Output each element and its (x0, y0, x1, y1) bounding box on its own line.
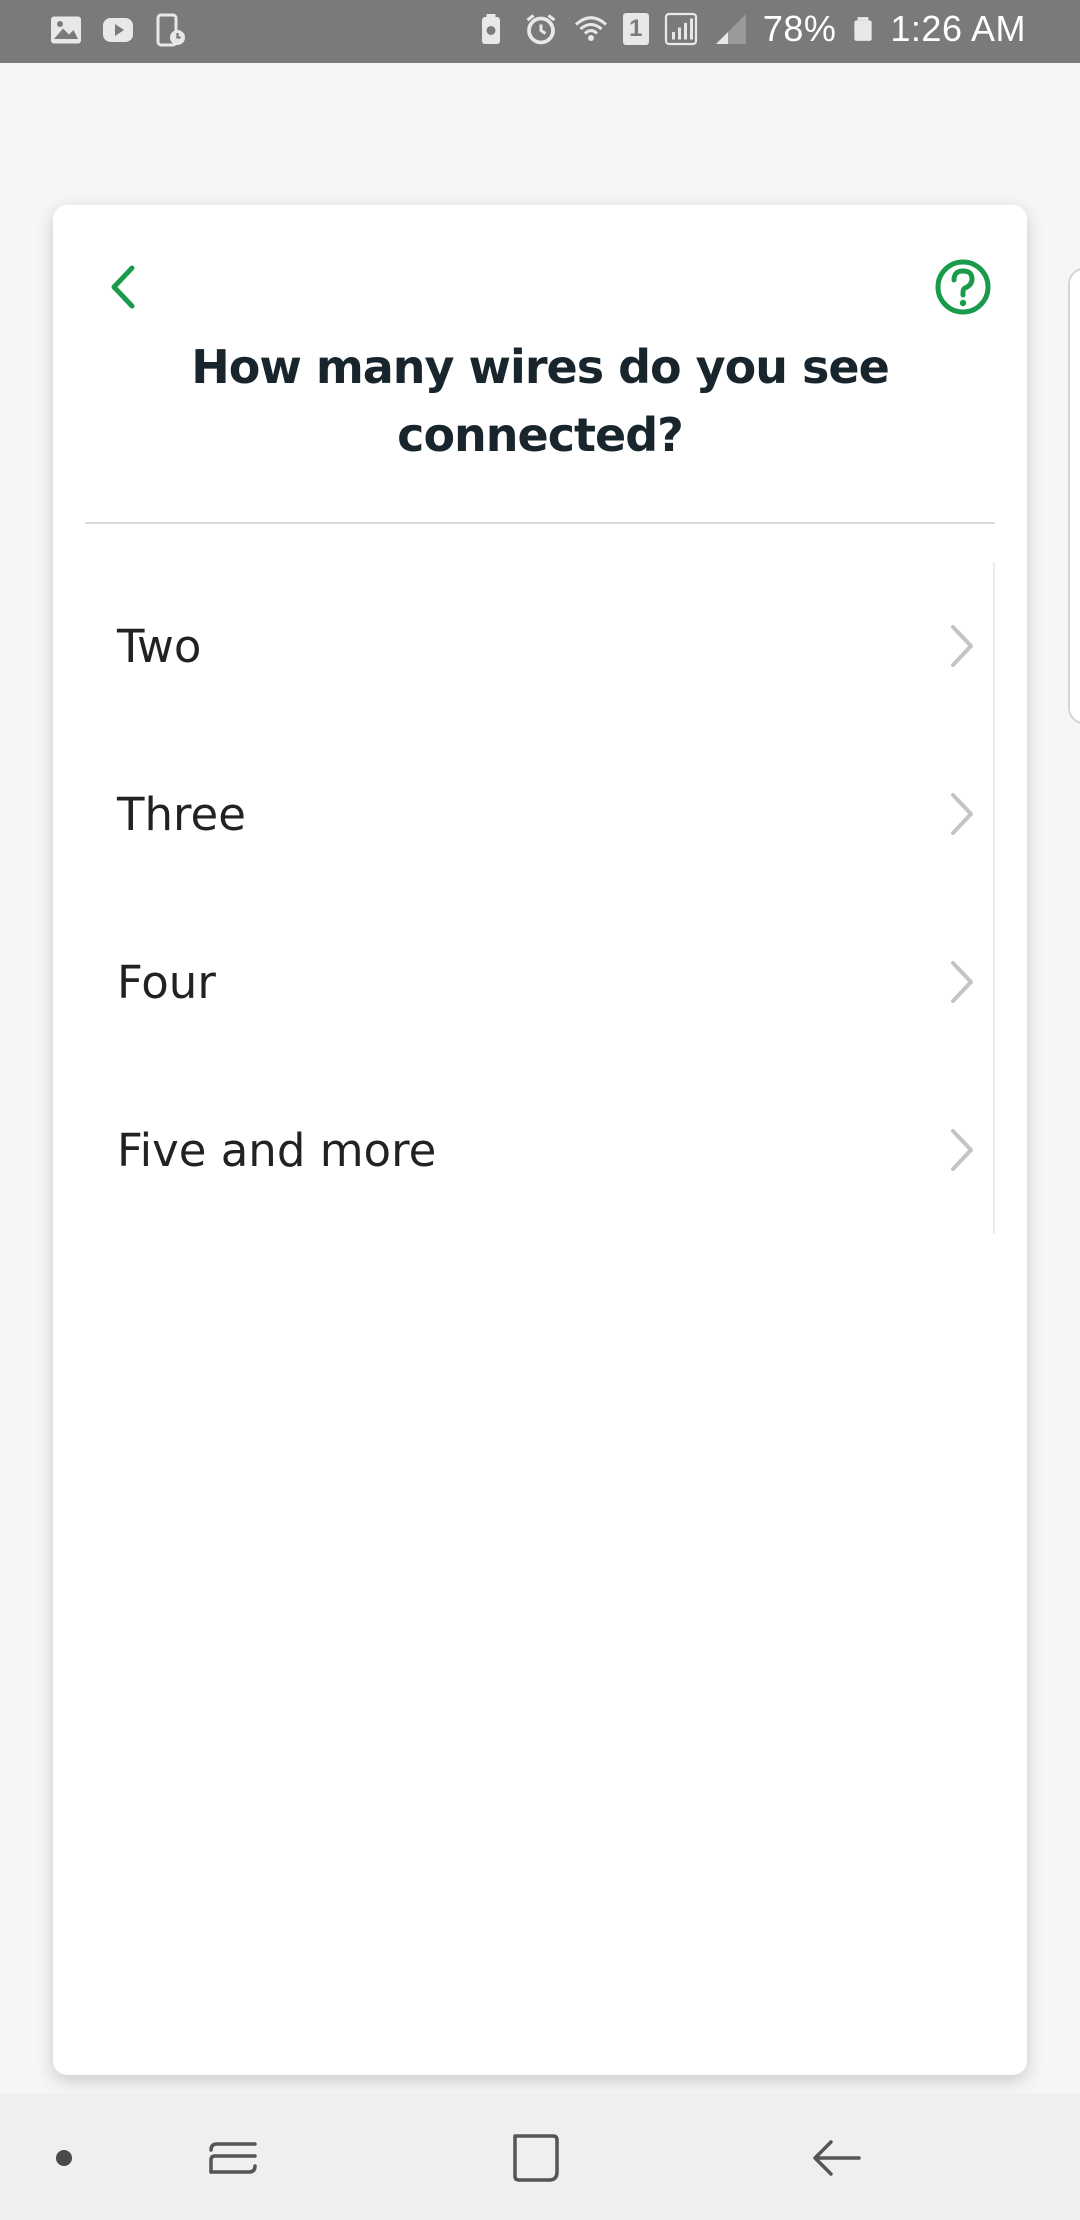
help-circle-icon (935, 259, 991, 315)
clock: 1:26 AM (890, 8, 1026, 49)
option-label: Four (117, 955, 216, 1009)
help-button[interactable] (933, 257, 993, 317)
recent-apps-button[interactable] (188, 2113, 278, 2203)
option-two[interactable]: Two (85, 562, 993, 730)
home-icon (513, 2134, 559, 2182)
system-status-icons: 1 78% 1:26 AM (473, 8, 1026, 50)
option-three[interactable]: Three (85, 730, 993, 898)
screen-recorder-icon (156, 13, 185, 47)
battery-icon (854, 17, 873, 41)
options-list: Two Three Four Five and more (85, 562, 995, 1234)
nav-back-button[interactable] (792, 2113, 882, 2203)
battery-saver-icon (481, 14, 500, 44)
navigation-bar (0, 2093, 1080, 2220)
recent-apps-icon (209, 2142, 257, 2174)
next-card-peek (1068, 268, 1080, 724)
chevron-right-icon (951, 961, 973, 1003)
page-background: How many wires do you see connected? Two… (0, 63, 1080, 2093)
nav-dot-button[interactable] (19, 2113, 109, 2203)
option-label: Three (117, 787, 246, 841)
back-icon (813, 2140, 861, 2176)
dot-icon (56, 2150, 72, 2166)
back-button[interactable] (93, 257, 153, 317)
question-card: How many wires do you see connected? Two… (53, 205, 1027, 2075)
battery-percent: 78% (762, 8, 837, 49)
alarm-icon (526, 14, 556, 45)
sim-icon: 1 (622, 13, 649, 45)
header-divider (85, 522, 995, 524)
signal-weak-icon (715, 14, 746, 44)
home-button[interactable] (490, 2113, 580, 2203)
notification-icons (48, 12, 188, 48)
chevron-right-icon (951, 625, 973, 667)
image-icon (51, 16, 81, 44)
option-label: Two (117, 619, 202, 673)
signal-icon (664, 12, 697, 46)
youtube-icon (103, 18, 133, 42)
option-four[interactable]: Four (85, 898, 993, 1066)
wifi-icon (574, 16, 607, 41)
status-bar: 1 78% 1:26 AM (0, 0, 1080, 63)
option-label: Five and more (117, 1123, 437, 1177)
chevron-right-icon (951, 793, 973, 835)
chevron-right-icon (951, 1129, 973, 1171)
question-title: How many wires do you see connected? (191, 340, 890, 462)
option-five-and-more[interactable]: Five and more (85, 1066, 993, 1234)
chevron-left-icon (111, 265, 135, 309)
